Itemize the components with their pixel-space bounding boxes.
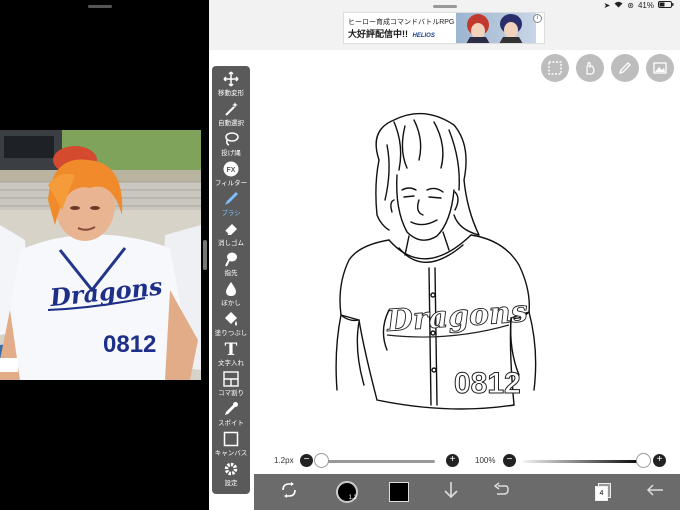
tool-label: スポイト: [218, 420, 244, 427]
selection-layer-button[interactable]: [541, 54, 569, 82]
rotate-arrows-icon: [280, 481, 298, 504]
photo-jersey-number: 0812: [103, 331, 156, 358]
tool-lasso[interactable]: 投げ縄: [212, 128, 250, 162]
lasso-icon: [212, 131, 250, 149]
tool-palette: 移動変形 自動選択 投げ縄 FX フィルター ブラシ 消しゴム 指先 ぼかし 塗…: [212, 66, 250, 494]
move-icon: [212, 71, 250, 89]
location-icon: ➤: [603, 1, 611, 10]
brush-opacity-slider[interactable]: [523, 460, 643, 463]
current-color-swatch: [389, 482, 409, 502]
battery-icon: [658, 1, 674, 10]
brush-size-slider[interactable]: [319, 460, 435, 463]
brush-size-increase-button[interactable]: +: [446, 454, 459, 467]
photo-viewer-pane: Dragons 0812: [0, 0, 205, 510]
ad-info-icon[interactable]: i: [533, 14, 542, 23]
tool-settings[interactable]: 設定: [212, 458, 250, 492]
drawing-canvas[interactable]: Dragons 0812: [209, 50, 680, 460]
layers-button[interactable]: 4: [590, 480, 616, 504]
text-icon: T: [224, 340, 238, 360]
tool-label: フィルター: [214, 180, 248, 187]
tool-eraser[interactable]: 消しゴム: [212, 218, 250, 252]
brush-opacity-increase-button[interactable]: +: [653, 454, 666, 467]
svg-text:FX: FX: [227, 167, 236, 174]
brush-slider-row: 1.2px − + 100% − +: [257, 450, 680, 472]
fill-icon: [212, 311, 250, 329]
wifi-icon: [614, 1, 623, 10]
hand-tool-icon[interactable]: [576, 54, 604, 82]
magic-wand-icon: [212, 101, 250, 119]
tool-label: 消しゴム: [218, 240, 244, 247]
color-picker-button[interactable]: [386, 480, 412, 504]
split-view-divider[interactable]: [201, 0, 209, 510]
back-arrow-icon: [646, 483, 664, 502]
frame-divider-icon: [212, 371, 250, 389]
tool-eyedropper[interactable]: スポイト: [212, 398, 250, 432]
brush-size-value: 1.2px: [274, 456, 294, 465]
brush-opacity-slider-knob[interactable]: [636, 453, 651, 468]
drawing-app-pane: ➤ ⊛ 41% ヒーロー育成コマンドバトルRPG 大好評配信中!! HELIOS: [209, 0, 680, 510]
tool-brush[interactable]: ブラシ: [212, 188, 250, 222]
tool-canvas[interactable]: キャンバス: [212, 428, 250, 462]
brush-preview-button[interactable]: 1.2: [334, 480, 360, 504]
brush-size-slider-knob[interactable]: [314, 453, 330, 468]
blur-icon: [212, 281, 250, 299]
tool-label: ぼかし: [221, 300, 241, 307]
tool-label: 移動変形: [218, 90, 244, 97]
pen-stabilizer-icon[interactable]: [611, 54, 639, 82]
bottom-toolbar: 1.2 4: [254, 474, 680, 510]
undo-icon: [493, 481, 509, 503]
brush-opacity-decrease-button[interactable]: −: [503, 454, 516, 467]
eraser-icon: [212, 221, 250, 239]
tool-label: 投げ縄: [221, 150, 241, 157]
tool-label: 設定: [224, 480, 238, 487]
tool-text[interactable]: T 文字入れ: [212, 338, 250, 372]
down-arrow-icon: [443, 481, 459, 504]
battery-percent: 41%: [637, 1, 654, 10]
brush-size-decrease-button[interactable]: −: [300, 454, 313, 467]
brush-opacity-value: 100%: [475, 456, 496, 465]
ad-area: ヒーロー育成コマンドバトルRPG 大好評配信中!! HELIOS i: [209, 12, 680, 50]
tool-smudge[interactable]: 指先: [212, 248, 250, 282]
back-button[interactable]: [642, 480, 668, 504]
drawing-jersey-number: 0812: [454, 367, 521, 400]
eyedropper-icon: [212, 401, 250, 419]
ad-artwork: [456, 13, 536, 43]
split-view-handle[interactable]: [203, 240, 207, 270]
filter-icon: FX: [212, 161, 250, 179]
brush-size-badge: 1.2: [348, 495, 357, 501]
transform-rotate-button[interactable]: [274, 480, 304, 504]
tool-label: コマ割り: [218, 390, 244, 397]
ad-logo: HELIOS: [412, 32, 435, 39]
tool-label: キャンバス: [214, 450, 248, 457]
tool-frame-divider[interactable]: コマ割り: [212, 368, 250, 402]
tool-magic-wand[interactable]: 自動選択: [212, 98, 250, 132]
tool-fill[interactable]: 塗りつぶし: [212, 308, 250, 342]
tool-move[interactable]: 移動変形: [212, 68, 250, 102]
rotation-lock-icon: ⊛: [627, 1, 634, 10]
ad-banner[interactable]: ヒーロー育成コマンドバトルRPG 大好評配信中!! HELIOS i: [343, 12, 545, 44]
reference-image-icon[interactable]: [646, 54, 674, 82]
smudge-icon: [212, 251, 250, 269]
download-button[interactable]: [438, 480, 464, 504]
tool-label: ブラシ: [221, 210, 241, 217]
tool-label: 文字入れ: [218, 360, 244, 367]
reference-photo: Dragons 0812: [0, 130, 201, 380]
tool-filter[interactable]: FX フィルター: [212, 158, 250, 192]
tool-label: 指先: [224, 270, 238, 277]
tool-label: 自動選択: [218, 120, 244, 127]
brush-icon: [212, 191, 250, 209]
tool-label: 塗りつぶし: [214, 330, 248, 337]
tool-blur[interactable]: ぼかし: [212, 278, 250, 312]
drawing-jersey-text: Dragons: [385, 294, 529, 339]
undo-button[interactable]: [488, 480, 514, 504]
ad-headline: 大好評配信中!!: [348, 28, 408, 39]
multitasking-handle[interactable]: [433, 5, 457, 8]
canvas-icon: [212, 431, 250, 449]
ad-tagline: ヒーロー育成コマンドバトルRPG: [348, 18, 455, 26]
multitasking-handle[interactable]: [88, 5, 112, 8]
settings-icon: [212, 461, 250, 479]
layer-count: 4: [595, 486, 608, 501]
